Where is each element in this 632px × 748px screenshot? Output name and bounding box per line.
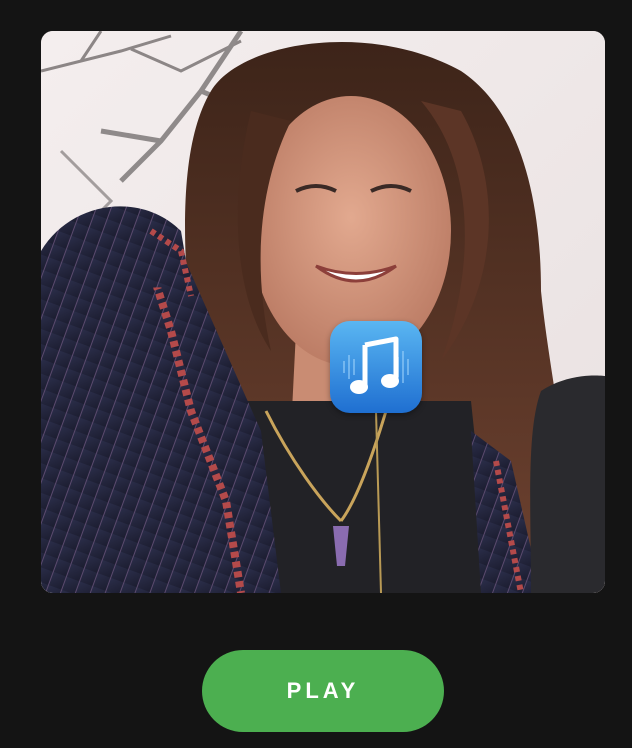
play-button[interactable]: PLAY <box>202 650 444 732</box>
music-app-icon <box>330 321 422 413</box>
album-artwork[interactable] <box>41 31 605 593</box>
artist-photo <box>41 31 605 593</box>
music-note-icon <box>330 321 422 413</box>
